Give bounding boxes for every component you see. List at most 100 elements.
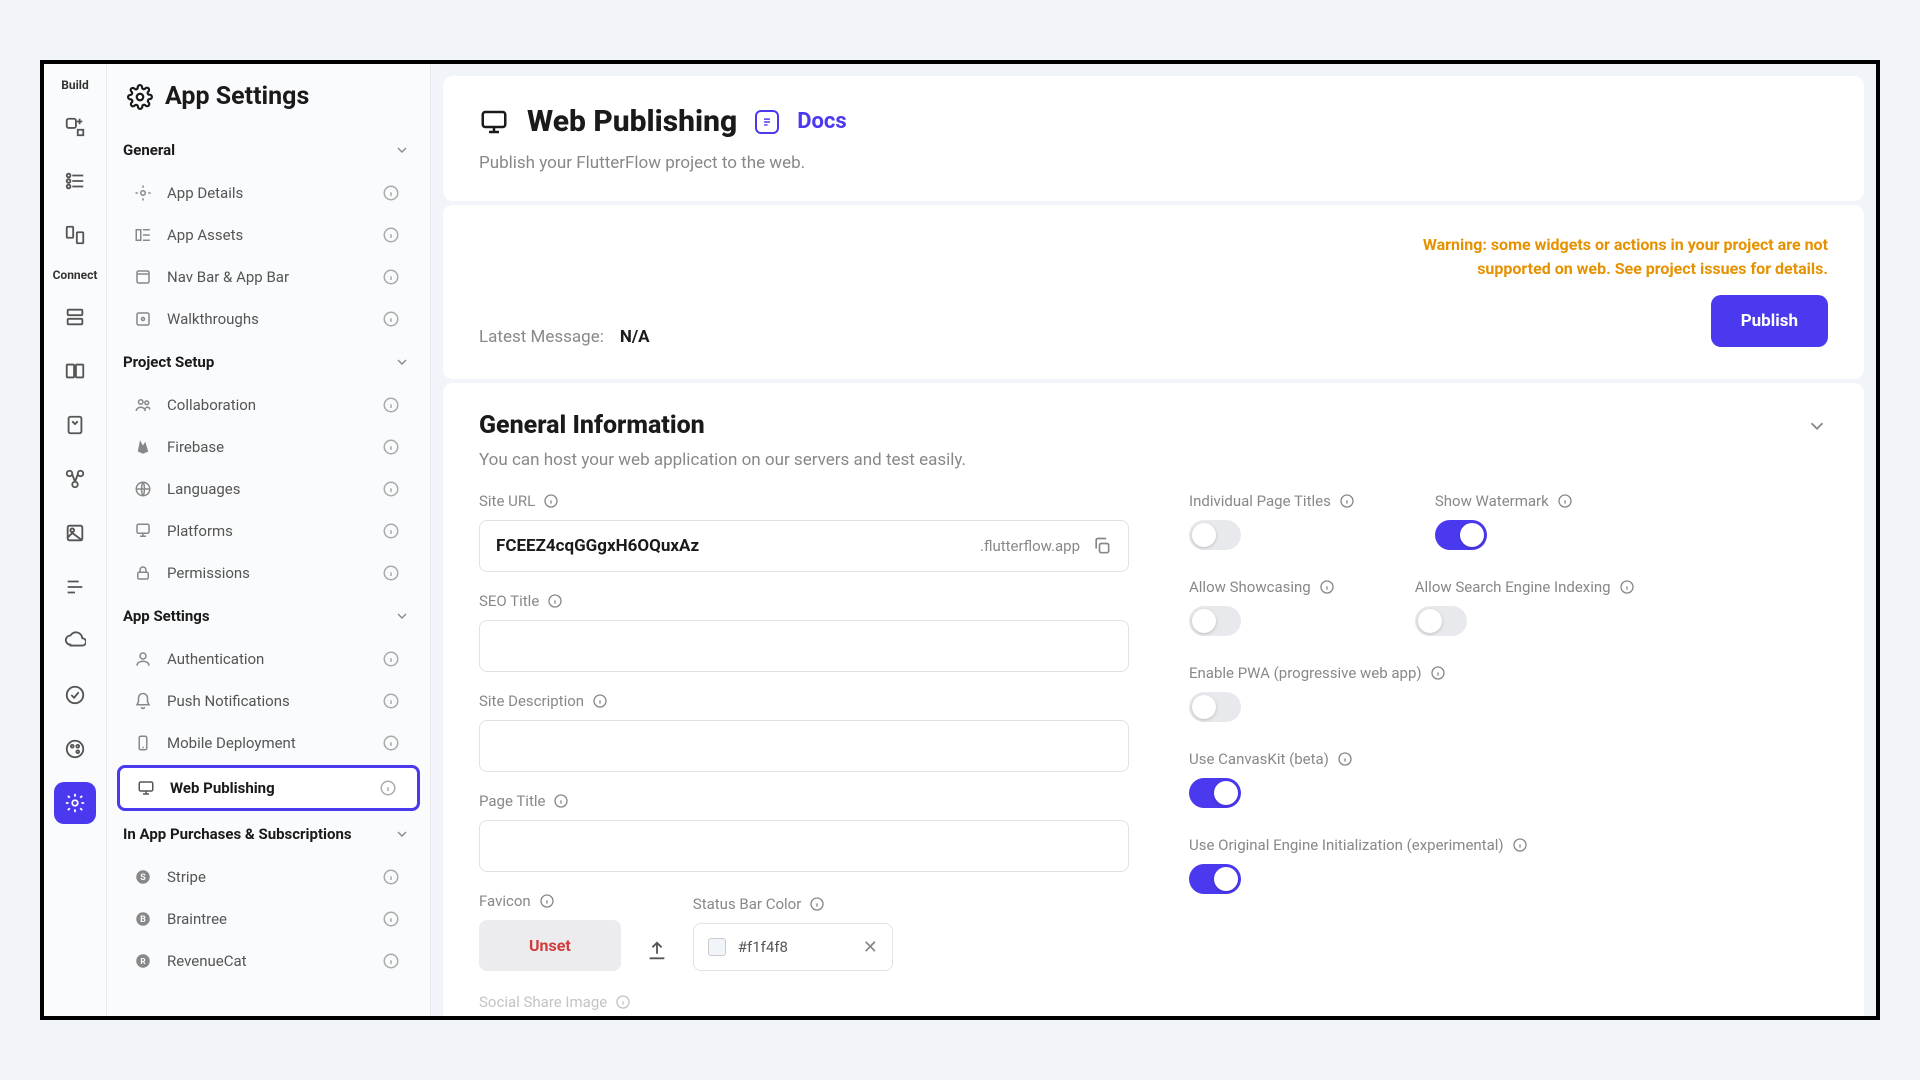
settings-sidebar: App Settings General App Details App Ass… [107,64,431,1016]
upload-icon[interactable] [637,931,677,971]
info-icon [382,650,400,668]
settings-icon[interactable] [54,782,96,824]
storyboard-icon[interactable] [54,214,96,256]
media-assets-icon[interactable] [54,512,96,554]
site-desc-input[interactable] [479,720,1129,772]
info-icon [1557,493,1573,509]
gear-small-icon [133,183,153,203]
docs-link[interactable]: Docs [797,109,846,134]
app-state-icon[interactable] [54,404,96,446]
site-url-suffix: .flutterflow.app [980,537,1080,555]
user-icon [133,649,153,669]
favicon-unset-button[interactable]: Unset [479,920,621,971]
group-iap[interactable]: In App Purchases & Subscriptions [107,813,430,855]
assets-icon [133,225,153,245]
nav-revenuecat[interactable]: RRevenueCat [117,941,420,981]
group-general[interactable]: General [107,129,430,171]
general-info-card: General Information You can host your we… [443,383,1864,1016]
color-value: #f1f4f8 [738,938,851,956]
publish-button[interactable]: Publish [1711,295,1828,347]
status-bar-label: Status Bar Color [693,895,802,913]
nav-stripe[interactable]: SStripe [117,857,420,897]
group-project-setup[interactable]: Project Setup [107,341,430,383]
copy-icon[interactable] [1092,536,1112,556]
theme-icon[interactable] [54,728,96,770]
bell-icon [133,691,153,711]
info-icon [379,779,397,797]
info-icon [382,734,400,752]
lock-icon [133,563,153,583]
add-widget-icon[interactable] [54,106,96,148]
cloud-functions-icon[interactable] [54,620,96,662]
stripe-icon: S [133,867,153,887]
info-icon [382,184,400,202]
page-title-label: Page Title [479,792,545,810]
api-calls-icon[interactable] [54,458,96,500]
chevron-down-icon [394,142,410,158]
info-icon [539,893,555,909]
braintree-icon: B [133,909,153,929]
nav-collaboration[interactable]: Collaboration [117,385,420,425]
seo-title-label: SEO Title [479,592,539,610]
nav-languages[interactable]: Languages [117,469,420,509]
nav-navbar[interactable]: Nav Bar & App Bar [117,257,420,297]
warning-text: Warning: some widgets or actions in your… [1388,233,1828,281]
svg-text:B: B [140,915,146,925]
info-icon [615,994,631,1010]
nav-web-publishing[interactable]: Web Publishing [117,765,420,811]
info-icon [543,493,559,509]
group-app-settings[interactable]: App Settings [107,595,430,637]
site-url-input[interactable] [496,536,980,556]
page-title-input[interactable] [479,820,1129,872]
walkthrough-icon [133,309,153,329]
toggle-individual-page-titles[interactable] [1189,520,1241,550]
tests-icon[interactable] [54,674,96,716]
firestore-icon[interactable] [54,296,96,338]
clear-icon[interactable]: ✕ [863,937,878,958]
status-bar-color-input[interactable]: #f1f4f8 ✕ [693,923,893,971]
nav-push-notifications[interactable]: Push Notifications [117,681,420,721]
section-title: General Information [479,411,705,440]
monitor-icon [136,778,156,798]
info-icon [1339,493,1355,509]
nav-firebase[interactable]: Firebase [117,427,420,467]
nav-braintree[interactable]: BBraintree [117,899,420,939]
favicon-label: Favicon [479,892,531,910]
info-icon [382,952,400,970]
toggle-use-original-engine[interactable] [1189,864,1241,894]
latest-message-value: N/A [620,327,650,347]
page-title: Web Publishing [527,104,737,139]
page-subtitle: Publish your FlutterFlow project to the … [479,153,1828,173]
nav-mobile-deployment[interactable]: Mobile Deployment [117,723,420,763]
info-icon [1619,579,1635,595]
info-icon [382,480,400,498]
widget-tree-icon[interactable] [54,160,96,202]
monitor-icon [479,107,509,137]
nav-app-details[interactable]: App Details [117,173,420,213]
toggle-allow-showcasing[interactable] [1189,606,1241,636]
icon-bar: Build Connect [44,64,107,1016]
gear-icon [127,84,153,110]
info-icon [382,268,400,286]
info-icon [809,896,825,912]
toggle-enable-pwa[interactable] [1189,692,1241,722]
nav-platforms[interactable]: Platforms [117,511,420,551]
seo-title-input[interactable] [479,620,1129,672]
info-icon [1337,751,1353,767]
users-icon [133,395,153,415]
chevron-down-icon[interactable] [1806,415,1828,437]
sidebar-title: App Settings [107,64,430,129]
color-swatch [708,938,726,956]
toggle-show-watermark[interactable] [1435,520,1487,550]
nav-permissions[interactable]: Permissions [117,553,420,593]
info-icon [382,226,400,244]
nav-walkthroughs[interactable]: Walkthroughs [117,299,420,339]
toggle-allow-search-indexing[interactable] [1415,606,1467,636]
docs-badge-icon [755,110,779,134]
nav-app-assets[interactable]: App Assets [117,215,420,255]
nav-authentication[interactable]: Authentication [117,639,420,679]
site-desc-label: Site Description [479,692,584,710]
custom-code-icon[interactable] [54,566,96,608]
data-types-icon[interactable] [54,350,96,392]
toggle-use-canvaskit[interactable] [1189,778,1241,808]
